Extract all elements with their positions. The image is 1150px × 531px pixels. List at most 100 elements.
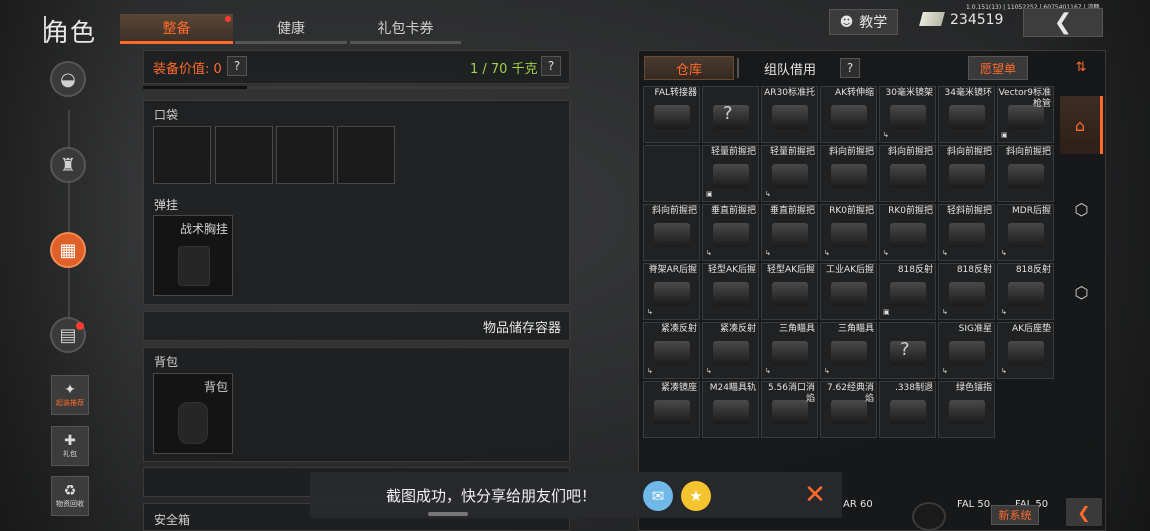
item-cell[interactable]: 垂直前握把 ↳ xyxy=(702,204,759,261)
item-cell[interactable]: 紧凑镜座 xyxy=(643,381,700,438)
pocket-slot[interactable] xyxy=(153,126,211,184)
item-cell[interactable]: 5.56消口消焰 xyxy=(761,381,818,438)
tutorial-button[interactable]: ☻ 教学 xyxy=(829,9,898,35)
item-cell[interactable]: AR30标准托 xyxy=(761,86,818,143)
item-cell[interactable]: 绿色镭指 xyxy=(938,381,995,438)
new-system-button[interactable]: 新系统 xyxy=(991,505,1039,525)
back-button[interactable]: ❮ xyxy=(1023,8,1103,37)
weight-progress-fill xyxy=(143,86,247,89)
chest-rig-silhouette-icon xyxy=(178,246,210,286)
item-cell[interactable]: AK后座垫 ↳ xyxy=(997,322,1054,379)
item-cell[interactable]: 紧凑反射 ↳ xyxy=(702,322,759,379)
armor-icon[interactable]: ♜ xyxy=(50,147,86,183)
item-cell[interactable]: AK转伸缩 xyxy=(820,86,877,143)
help-button[interactable]: ? xyxy=(541,56,561,76)
item-status-marker: ↳ xyxy=(647,367,653,375)
pocket-slot[interactable] xyxy=(276,126,334,184)
help-button[interactable]: ? xyxy=(840,58,860,78)
item-image-icon xyxy=(1008,341,1044,365)
item-image-icon xyxy=(949,105,985,129)
item-image-icon xyxy=(772,282,808,306)
pocket-slot[interactable] xyxy=(215,126,273,184)
backpack-slot[interactable]: 背包 xyxy=(153,373,233,454)
item-cell[interactable]: MDR后握 ↳ xyxy=(997,204,1054,261)
item-cell[interactable]: M24瞄具轨 xyxy=(702,381,759,438)
tab-health[interactable]: 健康 xyxy=(235,14,347,44)
item-cell[interactable]: FAL转接器 xyxy=(643,86,700,143)
item-name: 紧凑镜座 xyxy=(660,383,697,393)
pocket-slot[interactable] xyxy=(337,126,395,184)
item-image-icon xyxy=(772,223,808,247)
home-button[interactable]: ⌂ xyxy=(1060,96,1103,154)
chest-rig-slot[interactable]: 战术胸挂 xyxy=(153,215,233,296)
gift-button[interactable]: ✚ 礼包 xyxy=(51,426,89,466)
question-icon: ? xyxy=(547,59,555,73)
item-cell[interactable]: 工业AK后握 xyxy=(820,263,877,320)
help-button[interactable]: ? xyxy=(227,56,247,76)
tab-gift-cards[interactable]: 礼包卡券 xyxy=(350,14,461,44)
item-cell[interactable]: SIG准星 ↳ xyxy=(938,322,995,379)
qzone-icon[interactable]: ★ xyxy=(681,481,711,511)
loadout-recommend-button[interactable]: ✦ 起装推荐 xyxy=(51,375,89,415)
storage-box-button[interactable]: ⬡ xyxy=(1060,263,1103,321)
chevron-left-icon: ❮ xyxy=(1053,10,1073,35)
item-cell[interactable]: 三角瞄具 ↳ xyxy=(820,322,877,379)
tab-team-borrow[interactable]: 组队借用 xyxy=(742,56,838,80)
recycle-button[interactable]: ♻ 物资回收 xyxy=(51,476,89,516)
chest-rig-icon[interactable]: ▦ xyxy=(50,232,86,268)
item-image-icon xyxy=(1008,282,1044,306)
item-status-marker: ↳ xyxy=(942,249,948,257)
sort-button[interactable]: ⇅ xyxy=(1066,56,1096,78)
unknown-item-cell[interactable]: ? xyxy=(879,322,936,379)
item-name: 斜向前握把 xyxy=(946,147,992,157)
item-cell[interactable]: 轻量前握把 ↳ xyxy=(761,145,818,202)
item-image-icon xyxy=(949,223,985,247)
item-image-icon xyxy=(772,105,808,129)
storage-box-button[interactable]: ⬡ xyxy=(1060,180,1103,238)
item-cell[interactable] xyxy=(643,145,700,202)
item-cell[interactable]: 垂直前握把 ↳ xyxy=(761,204,818,261)
item-name: AR30标准托 xyxy=(764,88,815,98)
item-name: 818反射 xyxy=(897,265,933,275)
item-cell[interactable]: 斜向前握把 xyxy=(938,145,995,202)
tab-warehouse[interactable]: 仓库 xyxy=(644,56,734,80)
backpack-section-label: 背包 xyxy=(154,355,179,369)
item-cell[interactable]: 818反射 ↳ xyxy=(938,263,995,320)
item-status-marker: ↳ xyxy=(1001,249,1007,257)
item-cell[interactable]: 7.62经典消焰 xyxy=(820,381,877,438)
item-cell[interactable]: RK0前握把 ↳ xyxy=(879,204,936,261)
item-cell[interactable]: 轻斜前握把 ↳ xyxy=(938,204,995,261)
item-cell[interactable]: 34毫米镜环 xyxy=(938,86,995,143)
item-image-icon xyxy=(654,341,690,365)
item-cell[interactable]: .338制退 xyxy=(879,381,936,438)
item-cell[interactable]: 斜向前握把 xyxy=(879,145,936,202)
item-cell[interactable]: 818反射 ↳ xyxy=(997,263,1054,320)
chest-rig-slot-label: 战术胸挂 xyxy=(179,222,228,236)
item-cell[interactable]: 三角瞄具 ↳ xyxy=(761,322,818,379)
backpack-silhouette-icon xyxy=(178,402,208,444)
item-name: M24瞄具轨 xyxy=(709,383,756,393)
item-cell[interactable]: 30毫米镜架 ↳ xyxy=(879,86,936,143)
close-button[interactable]: ✕ xyxy=(800,480,830,510)
wishlist-button[interactable]: 愿望单 xyxy=(968,56,1028,80)
item-cell[interactable]: 脊架AR后握 ↳ xyxy=(643,263,700,320)
item-cell[interactable]: 斜向前握把 xyxy=(643,204,700,261)
storage-grid: FAL转接器? AR30标准托 AK转伸缩 30毫米镜架 ↳ 34毫米镜环 Vector9标… xyxy=(643,86,1056,531)
item-cell[interactable]: 轻型AK后握 xyxy=(761,263,818,320)
collapse-button[interactable]: ❮ xyxy=(1066,498,1102,526)
unknown-item-cell[interactable]: ? xyxy=(702,86,759,143)
item-image-icon xyxy=(949,164,985,188)
item-cell[interactable]: RK0前握把 ↳ xyxy=(820,204,877,261)
item-cell[interactable]: 紧凑反射 ↳ xyxy=(643,322,700,379)
item-cell[interactable]: 斜向前握把 xyxy=(820,145,877,202)
item-cell[interactable]: 轻量前握把 ▣ xyxy=(702,145,759,202)
item-cell[interactable]: 818反射 ▣ xyxy=(879,263,936,320)
helmet-icon[interactable]: ◒ xyxy=(50,61,86,97)
scroll-indicator xyxy=(428,512,468,516)
item-cell[interactable]: 斜向前握把 xyxy=(997,145,1054,202)
item-cell[interactable]: Vector9标准枪管 ▣ xyxy=(997,86,1054,143)
item-cell[interactable]: 轻型AK后握 xyxy=(702,263,759,320)
qq-icon[interactable]: ✉ xyxy=(643,481,673,511)
item-name: 斜向前握把 xyxy=(887,147,933,157)
tab-equipment[interactable]: 整备 xyxy=(120,14,233,44)
